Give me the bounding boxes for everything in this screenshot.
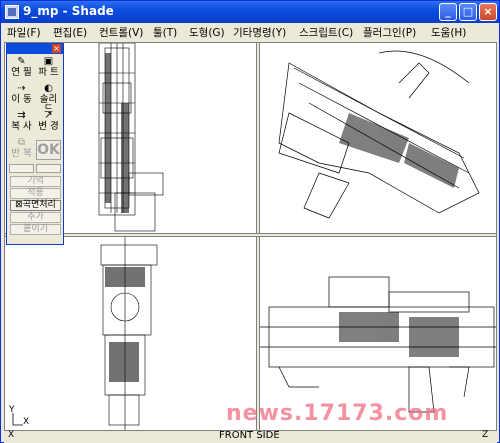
viewport-perspective[interactable]	[259, 43, 496, 232]
tool-palette: × ✎ 연 필 ▣ 파 트 ⇢ 이 동 ◐ 솔리드 ⇉ 복 사 ↗ 변 경 ⧉ …	[6, 43, 64, 245]
viewport-area: Y X	[4, 42, 497, 431]
wireframe-perspective-view	[278, 50, 480, 219]
palette-close-button[interactable]: ×	[52, 44, 61, 53]
axis-label-x-left: X	[23, 417, 30, 427]
apply-button[interactable]: 적용	[10, 188, 61, 199]
app-icon[interactable]	[5, 5, 19, 19]
memory-button[interactable]: 기억	[10, 176, 61, 187]
tool-move[interactable]: ⇢ 이 동	[9, 84, 34, 108]
paste-button[interactable]: 붙이기	[10, 224, 61, 235]
menu-other-commands[interactable]: 기타명령(Y)	[233, 25, 286, 40]
horizontal-splitter[interactable]	[5, 233, 496, 237]
menu-control[interactable]: 컨트롤(V)	[99, 25, 143, 40]
palette-title-bar[interactable]: ×	[7, 44, 63, 54]
menu-tool[interactable]: 툴(T)	[153, 25, 177, 40]
slider-low[interactable]	[9, 164, 34, 173]
tool-parts-label: 파 트	[38, 67, 59, 78]
slider-high[interactable]	[36, 164, 61, 173]
window-title: 9_mp - Shade	[23, 4, 114, 18]
add-button[interactable]: 추가	[10, 212, 61, 223]
menu-script[interactable]: 스크립트(C)	[299, 25, 353, 40]
tool-pencil[interactable]: ✎ 연 필	[9, 57, 34, 81]
tool-repeat-label: 반 복	[11, 148, 32, 159]
close-button[interactable]: ×	[479, 3, 497, 21]
axis-label-y: Y	[9, 405, 15, 415]
menu-edit[interactable]: 편집(E)	[53, 25, 87, 40]
watermark: news.17173.com	[226, 401, 449, 426]
tool-transform-label: 변 경	[38, 121, 59, 132]
tool-copy[interactable]: ⇉ 복 사	[9, 111, 34, 135]
title-bar[interactable]: 9_mp - Shade _ □ ×	[1, 1, 499, 23]
status-axis-z: Z	[482, 430, 489, 440]
maximize-button[interactable]: □	[459, 3, 477, 21]
minimize-button[interactable]: _	[439, 3, 457, 21]
tool-solid[interactable]: ◐ 솔리드	[36, 84, 61, 115]
viewport-front[interactable]: Y X	[5, 237, 255, 430]
app-window: 9_mp - Shade _ □ × 파일(F) 편집(E) 컨트롤(V) 툴(…	[0, 0, 500, 443]
status-axis-x: X	[8, 430, 15, 440]
menu-bar: 파일(F) 편집(E) 컨트롤(V) 툴(T) 도형(G) 기타명령(Y) 스크…	[1, 23, 499, 41]
menu-shape[interactable]: 도형(G)	[189, 25, 225, 40]
surface-processing-checkbox[interactable]: ⊠곡면처리	[10, 200, 61, 211]
tool-parts[interactable]: ▣ 파 트	[36, 57, 61, 81]
tool-repeat[interactable]: ⧉ 반 복	[9, 138, 34, 162]
status-bar: X FRONT SIDE Z	[4, 430, 497, 443]
menu-help[interactable]: 도움(H)	[431, 25, 466, 40]
tool-move-label: 이 동	[11, 94, 32, 105]
menu-file[interactable]: 파일(F)	[7, 25, 41, 40]
tool-pencil-label: 연 필	[11, 67, 32, 78]
tool-copy-label: 복 사	[11, 121, 32, 132]
ok-button[interactable]: OK	[36, 140, 61, 160]
tool-transform[interactable]: ↗ 변 경	[36, 111, 61, 135]
wireframe-front-view	[12, 237, 158, 430]
menu-plugin[interactable]: 플러그인(P)	[363, 25, 416, 40]
view-name-label: FRONT SIDE	[219, 430, 280, 441]
